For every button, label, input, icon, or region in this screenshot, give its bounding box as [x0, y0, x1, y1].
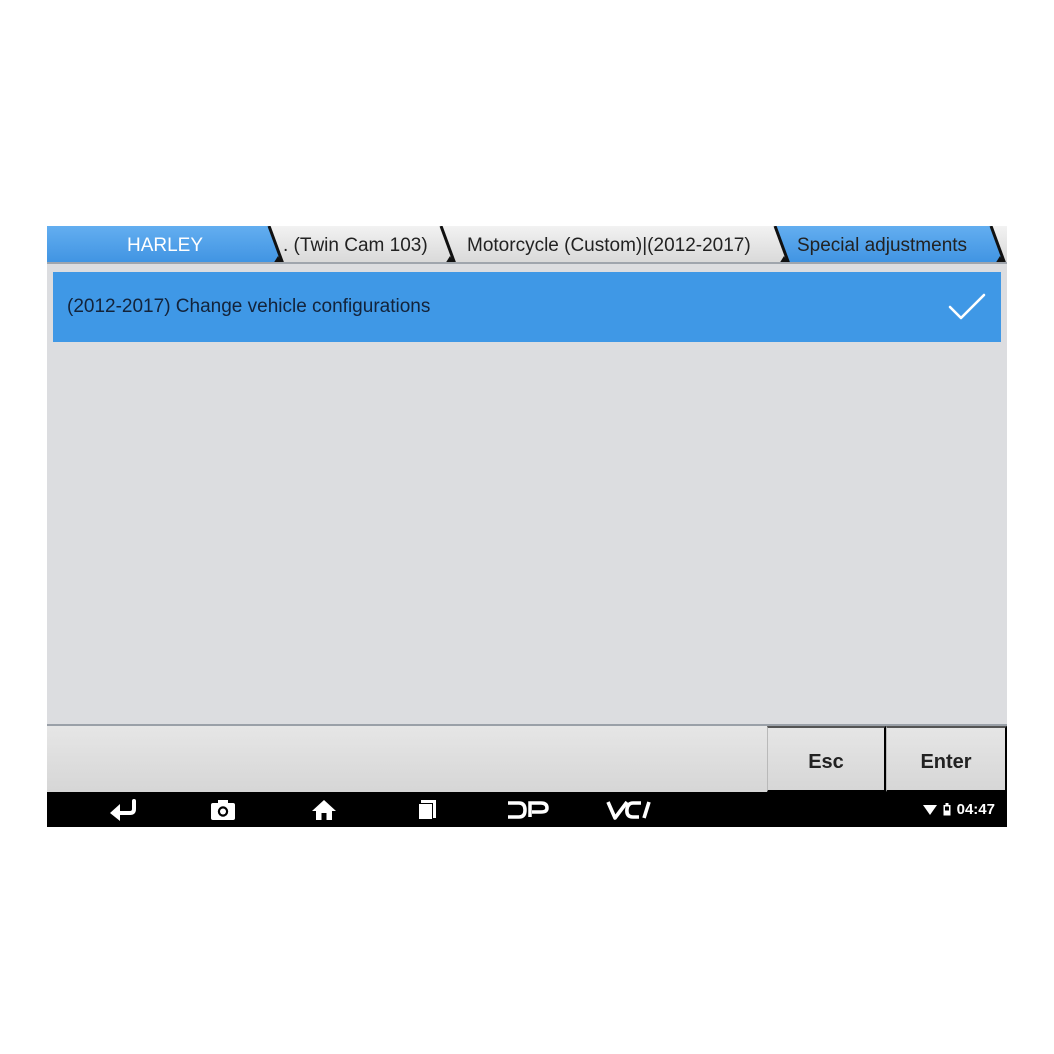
home-icon[interactable] [304, 792, 344, 827]
esc-button[interactable]: Esc [767, 726, 886, 792]
clock: 04:47 [956, 801, 995, 818]
action-bar: Esc Enter [47, 726, 1007, 792]
dp-icon[interactable] [502, 792, 552, 827]
status-area: 04:47 [922, 792, 995, 827]
system-nav-bar: 04:47 [47, 792, 1007, 827]
breadcrumb-item-vehicle[interactable]: Motorcycle (Custom)|(2012-2017) [467, 226, 751, 264]
function-list: (2012-2017) Change vehicle configuration… [47, 264, 1007, 726]
camera-icon[interactable] [203, 792, 243, 827]
breadcrumb-item-engine[interactable]: . (Twin Cam 103) [283, 226, 428, 264]
enter-button[interactable]: Enter [886, 726, 1007, 792]
list-item-label: (2012-2017) Change vehicle configuration… [67, 296, 431, 317]
vci-icon[interactable] [603, 792, 657, 827]
list-item-change-vehicle-configurations[interactable]: (2012-2017) Change vehicle configuration… [53, 272, 1001, 342]
checkmark-icon [948, 293, 986, 320]
battery-icon [943, 803, 951, 816]
breadcrumb-item-special-adjustments[interactable]: Special adjustments [797, 226, 967, 264]
breadcrumb: HARLEY . (Twin Cam 103) Motorcycle (Cust… [47, 226, 1007, 264]
back-icon[interactable] [103, 792, 143, 827]
breadcrumb-item-harley[interactable]: HARLEY [127, 226, 203, 264]
recents-icon[interactable] [407, 792, 447, 827]
wifi-icon [922, 804, 937, 815]
app-screen: HARLEY . (Twin Cam 103) Motorcycle (Cust… [47, 226, 1007, 827]
